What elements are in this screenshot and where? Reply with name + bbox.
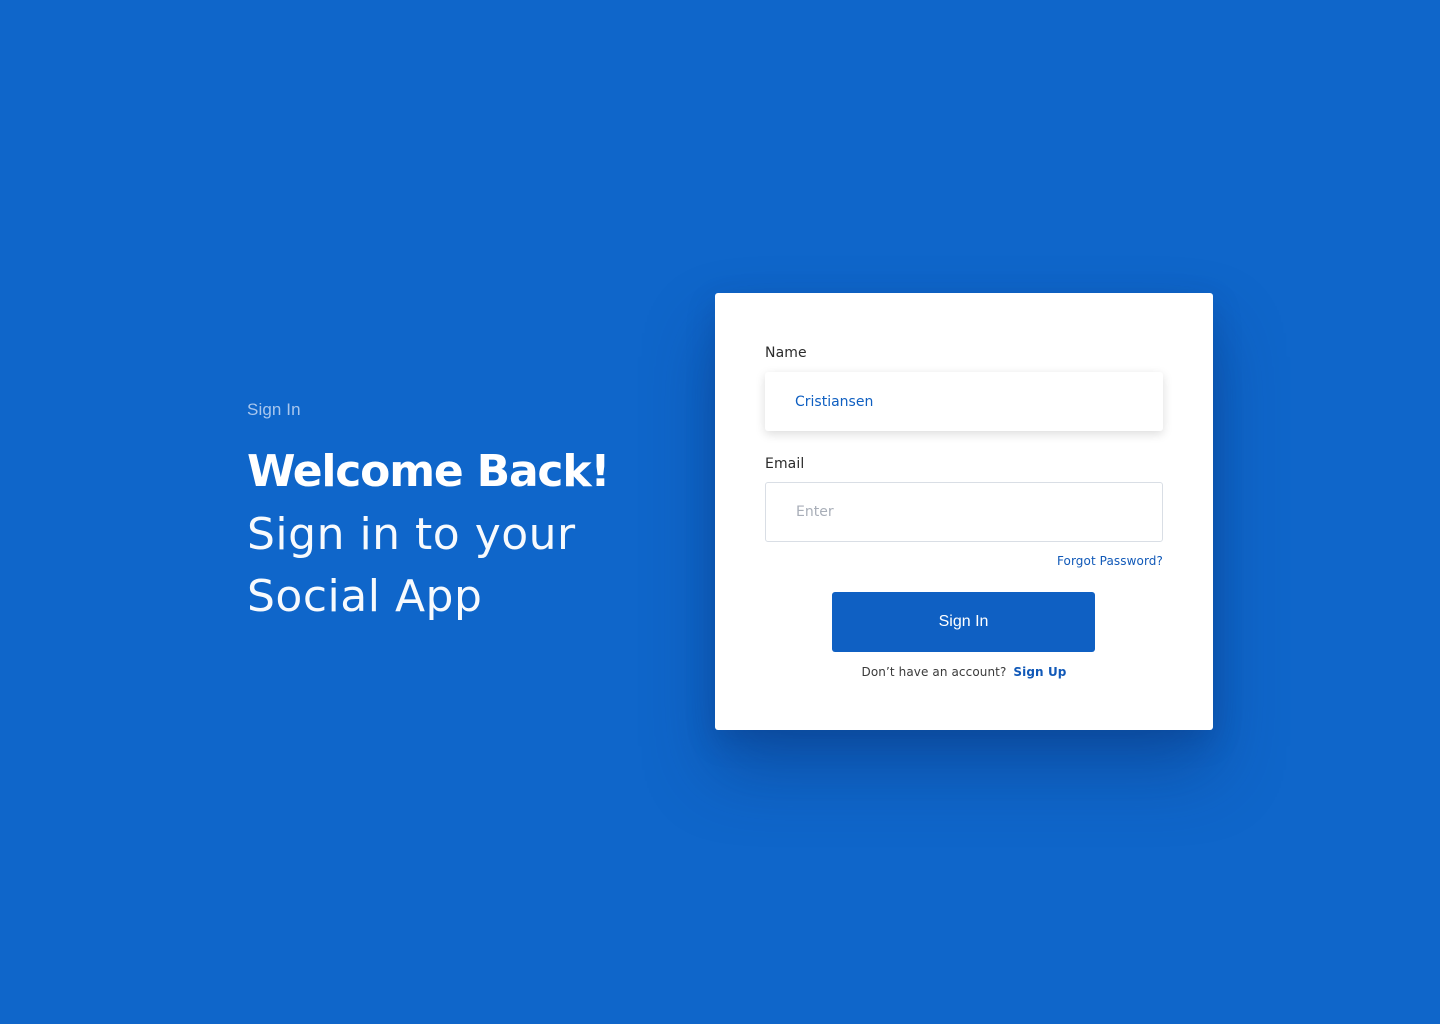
signup-prompt: Don’t have an account? <box>861 665 1007 679</box>
name-label: Name <box>765 345 807 361</box>
hero-subtitle-line-1: Sign in to your <box>247 509 576 560</box>
email-label: Email <box>765 456 805 472</box>
sign-in-card: Name Email Forgot Password? Sign In Don’… <box>715 293 1213 730</box>
signup-row: Don’t have an account? Sign Up <box>715 665 1213 679</box>
email-input[interactable] <box>765 482 1163 542</box>
sign-up-link[interactable]: Sign Up <box>1013 665 1066 679</box>
sign-in-button[interactable]: Sign In <box>832 592 1095 652</box>
hero-subtitle-line-2: Social App <box>247 571 483 622</box>
name-input[interactable] <box>765 372 1163 431</box>
hero-eyebrow: Sign In <box>247 400 301 419</box>
forgot-password-link[interactable]: Forgot Password? <box>1057 554 1163 568</box>
hero-section: Sign In Welcome Back! Sign in to your So… <box>247 398 667 628</box>
hero-title: Welcome Back! <box>247 446 610 497</box>
hero-subtitle: Sign in to your Social App <box>247 504 667 628</box>
